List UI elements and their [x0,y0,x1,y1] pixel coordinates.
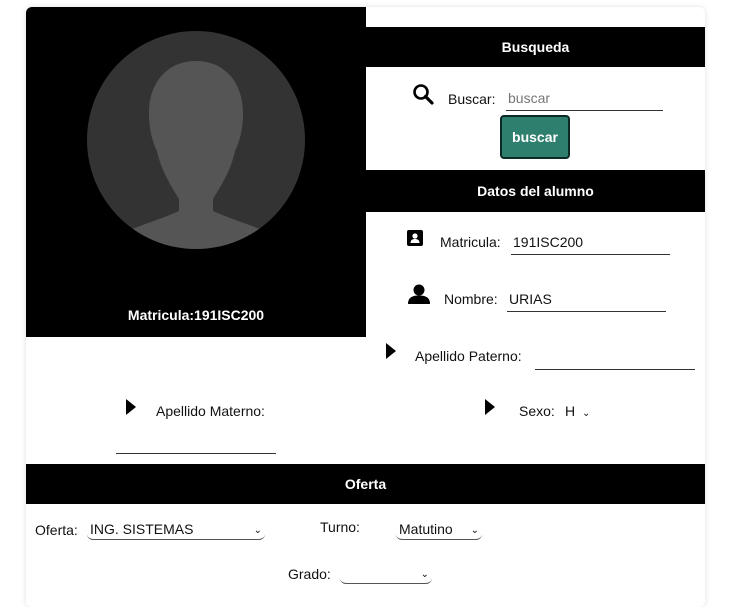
caret-right-icon [126,399,136,420]
oferta-section-header: Oferta [26,464,705,504]
chevron-down-icon: ⌄ [420,569,429,580]
grado-select[interactable]: ⌄ [340,564,432,584]
oferta-select-value: ING. SISTEMAS [90,521,194,537]
apellido-materno-field[interactable] [116,432,276,454]
matricula-field[interactable] [511,233,670,255]
photo-caption: Matricula:191ISC200 [26,307,366,323]
caret-right-icon [485,399,495,420]
chevron-down-icon: ⌄ [470,525,479,536]
id-card-icon [407,230,423,251]
grado-label: Grado: [288,566,331,582]
sexo-label: Sexo: [519,403,555,419]
turno-label: Turno: [320,519,360,535]
chevron-down-icon: ⌄ [582,408,591,419]
photo-caption-value: 191ISC200 [194,307,265,323]
sexo-value: H [565,403,576,419]
student-card: Matricula:191ISC200 Busqueda Buscar: bus… [26,7,705,607]
caret-right-icon [386,343,396,364]
avatar [87,31,305,249]
nombre-label: Nombre: [444,291,498,307]
photo-caption-label: Matricula: [127,307,195,323]
search-label: Buscar: [448,91,496,107]
person-silhouette-icon [117,61,275,249]
matricula-label: Matricula: [440,234,501,250]
photo-panel: Matricula:191ISC200 [26,7,366,337]
apellido-paterno-label: Apellido Paterno: [415,348,522,364]
oferta-select[interactable]: ING. SISTEMAS ⌄ [87,520,265,540]
turno-select[interactable]: Matutino ⌄ [396,520,482,540]
oferta-label: Oferta: [35,522,78,538]
apellido-paterno-field[interactable] [535,348,695,370]
turno-select-value: Matutino [399,521,453,537]
student-data-header: Datos del alumno [366,170,705,212]
user-icon [408,284,430,309]
nombre-field[interactable] [507,290,666,312]
sexo-select[interactable]: H ⌄ [565,403,590,419]
search-icon [412,83,434,110]
chevron-down-icon: ⌄ [253,525,262,536]
search-input[interactable] [506,89,663,111]
search-section-header: Busqueda [366,27,705,67]
search-button[interactable]: buscar [500,115,570,159]
apellido-materno-label: Apellido Materno: [156,403,265,419]
